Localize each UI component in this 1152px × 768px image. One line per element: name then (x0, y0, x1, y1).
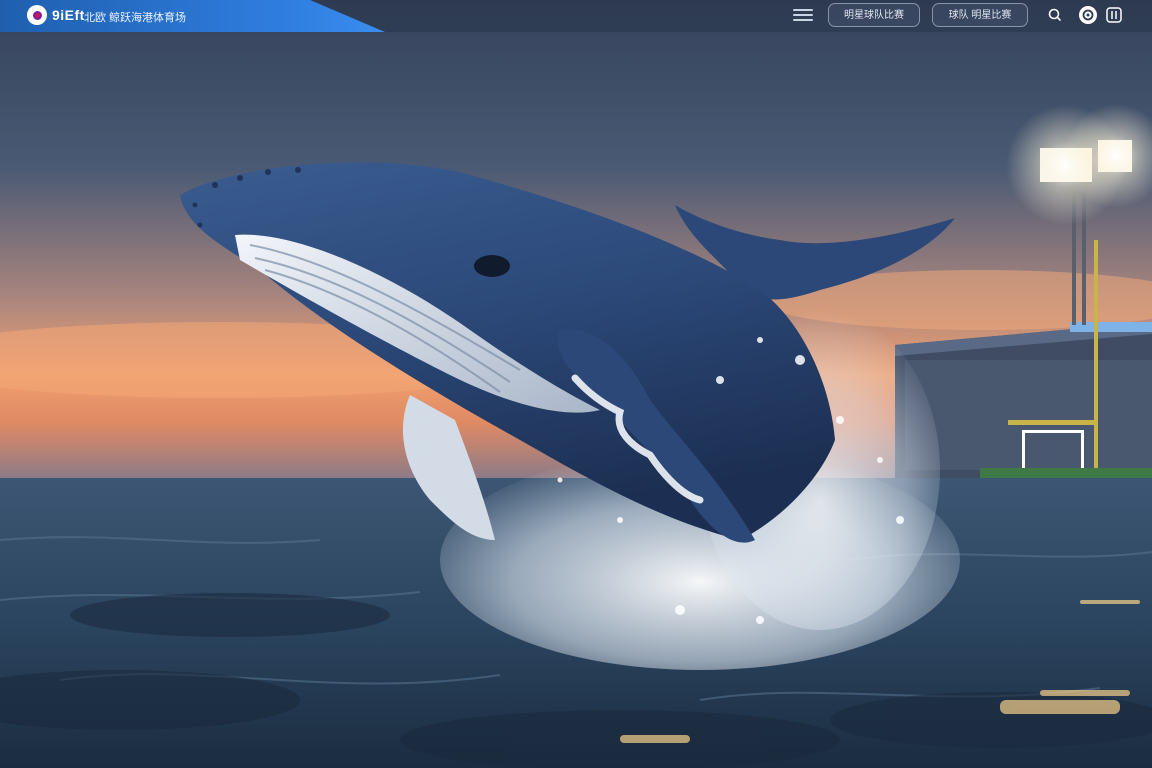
page: 9iEft 北欧 鲸跃海港体育场 明星球队比赛 球队 明星比赛 (0, 0, 1152, 768)
menu-lines-icon[interactable] (793, 9, 813, 23)
whale-scene-image (0, 0, 1152, 768)
menu-line (793, 9, 813, 11)
search-icon[interactable] (1045, 5, 1065, 25)
menu-line (793, 14, 813, 16)
brand-tagline: 北欧 鲸跃海港体育场 (84, 12, 187, 24)
circle-logo-icon[interactable] (27, 5, 47, 25)
brand-name[interactable]: 9iEft (52, 7, 85, 23)
apps-grid-icon[interactable] (1104, 5, 1124, 25)
logo-mark (32, 10, 42, 20)
profile-circle-icon[interactable] (1078, 5, 1098, 25)
nav-button-2[interactable]: 球队 明星比赛 (932, 3, 1028, 27)
menu-line (793, 19, 813, 21)
nav-button-1[interactable]: 明星球队比赛 (828, 3, 920, 27)
